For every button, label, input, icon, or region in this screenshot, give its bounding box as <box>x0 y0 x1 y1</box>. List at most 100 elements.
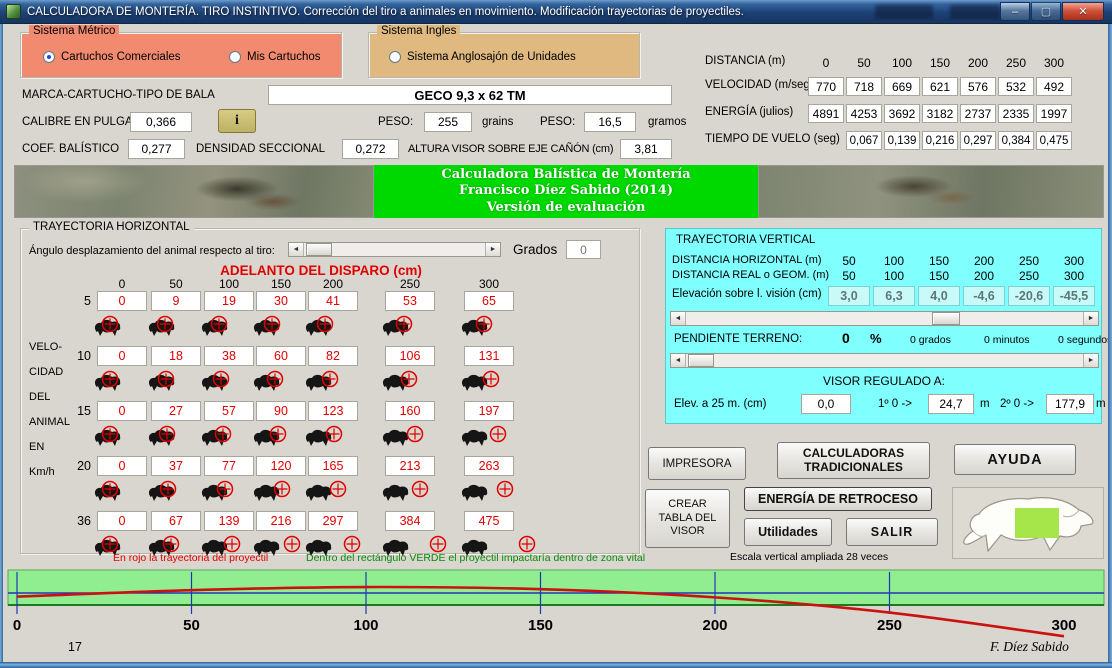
calibre-field[interactable]: 0,366 <box>130 112 192 132</box>
velocity-value[interactable]: 532 <box>998 77 1034 96</box>
scroll-right-arrow-icon[interactable]: ► <box>1083 312 1098 325</box>
adelanto-value[interactable]: 165 <box>308 456 358 476</box>
adelanto-value[interactable]: 297 <box>308 511 358 531</box>
elevation-value[interactable]: 4,0 <box>918 286 960 306</box>
adelanto-value[interactable]: 123 <box>308 401 358 421</box>
velocity-value[interactable]: 770 <box>808 77 844 96</box>
energy-value[interactable]: 2335 <box>998 104 1034 123</box>
adelanto-value[interactable]: 384 <box>385 511 435 531</box>
adelanto-value[interactable]: 19 <box>204 291 254 311</box>
adelanto-value[interactable]: 0 <box>97 291 147 311</box>
scrollbar-track[interactable] <box>686 354 1083 367</box>
flight-time-value[interactable]: 0,216 <box>922 131 958 150</box>
tv-scrollbar-2[interactable]: ◄ ► <box>670 353 1099 368</box>
adelanto-value[interactable]: 82 <box>308 346 358 366</box>
marca-field[interactable]: GECO 9,3 x 62 TM <box>268 85 672 105</box>
adelanto-value[interactable]: 18 <box>151 346 201 366</box>
elevation-value[interactable]: 3,0 <box>828 286 870 306</box>
adelanto-value[interactable]: 120 <box>256 456 306 476</box>
angle-scrollbar[interactable]: ◄ ► <box>288 242 501 257</box>
zero1-field[interactable]: 24,7 <box>928 394 974 414</box>
adelanto-value[interactable]: 131 <box>464 346 514 366</box>
adelanto-value[interactable]: 77 <box>204 456 254 476</box>
radio-cartuchos-comerciales[interactable]: Cartuchos Comerciales <box>43 51 181 63</box>
energy-value[interactable]: 4891 <box>808 104 844 123</box>
adelanto-value[interactable]: 38 <box>204 346 254 366</box>
energy-value[interactable]: 4253 <box>846 104 882 123</box>
info-button[interactable]: i <box>218 109 256 133</box>
velocity-value[interactable]: 492 <box>1036 77 1072 96</box>
scrollbar-thumb[interactable] <box>306 243 332 256</box>
flight-time-value[interactable]: 0,139 <box>884 131 920 150</box>
adelanto-value[interactable]: 197 <box>464 401 514 421</box>
salir-button[interactable]: SALIR <box>846 518 938 546</box>
scrollbar-track[interactable] <box>304 243 485 256</box>
grados-field[interactable]: 0 <box>566 240 601 259</box>
energy-value[interactable]: 3692 <box>884 104 920 123</box>
scroll-right-arrow-icon[interactable]: ► <box>1083 354 1098 367</box>
elevation-value[interactable]: -20,6 <box>1008 286 1050 306</box>
maximize-button[interactable]: ▢ <box>1031 2 1061 21</box>
crear-tabla-visor-button[interactable]: CREAR TABLA DEL VISOR <box>645 489 730 548</box>
adelanto-value[interactable]: 90 <box>256 401 306 421</box>
flight-time-value[interactable]: 0,384 <box>998 131 1034 150</box>
adelanto-value[interactable]: 57 <box>204 401 254 421</box>
adelanto-value[interactable]: 9 <box>151 291 201 311</box>
adelanto-value[interactable]: 160 <box>385 401 435 421</box>
scroll-left-arrow-icon[interactable]: ◄ <box>289 243 304 256</box>
calculadoras-tradicionales-button[interactable]: CALCULADORAS TRADICIONALES <box>777 442 930 479</box>
adelanto-value[interactable]: 0 <box>97 401 147 421</box>
densidad-field[interactable]: 0,272 <box>342 139 399 159</box>
radio-mis-cartuchos[interactable]: Mis Cartuchos <box>229 51 321 63</box>
elevation-value[interactable]: 6,3 <box>873 286 915 306</box>
adelanto-value[interactable]: 37 <box>151 456 201 476</box>
close-button[interactable]: ✕ <box>1062 2 1104 21</box>
radio-icon[interactable] <box>43 51 55 63</box>
adelanto-value[interactable]: 263 <box>464 456 514 476</box>
velocity-value[interactable]: 718 <box>846 77 882 96</box>
scrollbar-track[interactable] <box>686 312 1083 325</box>
adelanto-value[interactable]: 0 <box>97 456 147 476</box>
adelanto-value[interactable]: 0 <box>97 346 147 366</box>
energia-retroceso-button[interactable]: ENERGÍA DE RETROCESO <box>744 487 932 511</box>
scrollbar-thumb[interactable] <box>688 354 714 367</box>
peso-grains-field[interactable]: 255 <box>424 112 472 132</box>
scroll-left-arrow-icon[interactable]: ◄ <box>671 354 686 367</box>
flight-time-value[interactable]: 0,067 <box>846 131 882 150</box>
adelanto-value[interactable]: 216 <box>256 511 306 531</box>
radio-icon[interactable] <box>389 51 401 63</box>
minimize-button[interactable]: – <box>1000 2 1030 21</box>
elevation-value[interactable]: -4,6 <box>963 286 1005 306</box>
adelanto-value[interactable]: 0 <box>97 511 147 531</box>
velocity-value[interactable]: 669 <box>884 77 920 96</box>
adelanto-value[interactable]: 27 <box>151 401 201 421</box>
scrollbar-thumb[interactable] <box>932 312 960 325</box>
tv-scrollbar-1[interactable]: ◄ ► <box>670 311 1099 326</box>
zero2-field[interactable]: 177,9 <box>1046 394 1094 414</box>
adelanto-value[interactable]: 139 <box>204 511 254 531</box>
adelanto-value[interactable]: 475 <box>464 511 514 531</box>
radio-icon[interactable] <box>229 51 241 63</box>
velocity-value[interactable]: 621 <box>922 77 958 96</box>
peso-gramos-field[interactable]: 16,5 <box>584 112 636 132</box>
title-bar[interactable]: CALCULADORA DE MONTERÍA. TIRO INSTINTIVO… <box>0 0 1112 24</box>
impresora-button[interactable]: IMPRESORA <box>648 447 746 480</box>
utilidades-button[interactable]: Utilidades <box>744 518 832 546</box>
adelanto-value[interactable]: 213 <box>385 456 435 476</box>
scroll-left-arrow-icon[interactable]: ◄ <box>671 312 686 325</box>
scroll-right-arrow-icon[interactable]: ► <box>485 243 500 256</box>
adelanto-value[interactable]: 106 <box>385 346 435 366</box>
coef-field[interactable]: 0,277 <box>128 139 185 159</box>
adelanto-value[interactable]: 41 <box>308 291 358 311</box>
flight-time-value[interactable]: 0,475 <box>1036 131 1072 150</box>
energy-value[interactable]: 3182 <box>922 104 958 123</box>
adelanto-value[interactable]: 67 <box>151 511 201 531</box>
radio-anglosajon[interactable]: Sistema Anglosajón de Unidades <box>389 51 576 63</box>
adelanto-value[interactable]: 65 <box>464 291 514 311</box>
adelanto-value[interactable]: 30 <box>256 291 306 311</box>
energy-value[interactable]: 2737 <box>960 104 996 123</box>
flight-time-value[interactable]: 0,297 <box>960 131 996 150</box>
ayuda-button[interactable]: AYUDA <box>954 444 1076 475</box>
energy-value[interactable]: 1997 <box>1036 104 1072 123</box>
elevation-value[interactable]: -45,5 <box>1053 286 1095 306</box>
